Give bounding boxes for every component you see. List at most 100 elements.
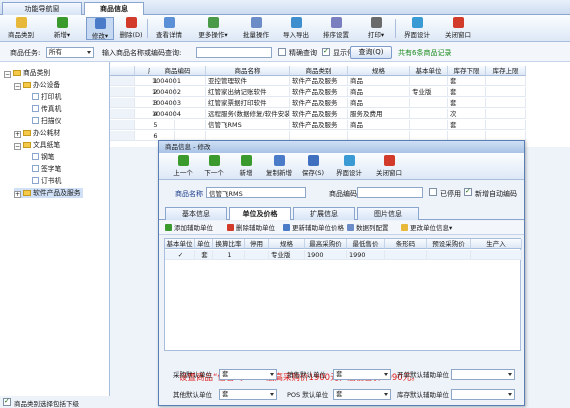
table-cell[interactable]: 商品 bbox=[348, 120, 410, 130]
row-indicator[interactable] bbox=[110, 87, 135, 97]
table-cell[interactable] bbox=[410, 120, 448, 130]
unit-grid-cell[interactable] bbox=[427, 250, 471, 260]
table-cell[interactable] bbox=[486, 98, 526, 108]
toolbar-button-8[interactable]: 排序设置 bbox=[318, 17, 354, 40]
row-indicator[interactable] bbox=[110, 120, 135, 130]
toolbar-button-7[interactable]: 导入导出 bbox=[277, 17, 315, 40]
toolbar-button-4[interactable]: 查看详情 bbox=[148, 17, 190, 40]
collapse-icon[interactable]: − bbox=[4, 71, 11, 78]
unit-grid-header[interactable]: 基本单位 bbox=[165, 239, 195, 249]
table-cell[interactable] bbox=[410, 76, 448, 86]
grid-header[interactable]: 商品编码 bbox=[150, 66, 206, 76]
tree-node[interactable]: − 办公设备 bbox=[14, 80, 60, 90]
tab-basic-info[interactable]: 基本信息 bbox=[165, 207, 227, 220]
unit-grid-cell[interactable]: 专业版 bbox=[269, 250, 305, 260]
include-subcategory-checkbox[interactable] bbox=[3, 397, 11, 406]
grid-header[interactable]: 基本单位 bbox=[410, 66, 448, 76]
unit-grid-header[interactable]: 最低售价 bbox=[347, 239, 385, 249]
table-cell[interactable]: 亚控管理软件 bbox=[206, 76, 290, 86]
collapse-icon[interactable]: − bbox=[14, 83, 21, 90]
table-cell[interactable]: 商品 bbox=[348, 76, 410, 86]
unit-grid-header[interactable]: 停用 bbox=[245, 239, 269, 249]
row-indicator[interactable] bbox=[110, 131, 135, 141]
tree-node[interactable]: 传真机 bbox=[32, 104, 61, 114]
toolbar-button-11[interactable]: 关闭窗口 bbox=[440, 17, 476, 40]
row-indicator[interactable] bbox=[110, 76, 135, 86]
table-cell[interactable] bbox=[410, 98, 448, 108]
table-cell[interactable]: 红管家出纳记账软件 bbox=[206, 87, 290, 97]
row-indicator[interactable] bbox=[110, 109, 135, 119]
table-cell[interactable]: 信管飞RMS bbox=[206, 120, 290, 130]
table-cell[interactable]: 远程服务(数据修复/软件安装) bbox=[206, 109, 290, 119]
toolbar-button-6[interactable]: 批量操作 bbox=[238, 17, 274, 40]
tree-node[interactable]: 扫描仪 bbox=[32, 116, 61, 126]
table-cell[interactable]: 软件产品及服务 bbox=[290, 98, 348, 108]
expand-icon[interactable]: + bbox=[14, 191, 21, 198]
table-cell[interactable] bbox=[486, 109, 526, 119]
grid-header[interactable]: 规格 bbox=[348, 66, 410, 76]
tab-unit-price[interactable]: 单位及价格 bbox=[229, 207, 291, 220]
unit-toolbar-button-2[interactable]: 更新辅助单位价格 bbox=[283, 223, 344, 233]
exact-query-checkbox[interactable] bbox=[278, 48, 286, 56]
table-cell[interactable]: 商品 bbox=[348, 98, 410, 108]
tree-node[interactable]: + 办公耗材 bbox=[14, 128, 60, 138]
default-unit-select[interactable]: 套 bbox=[333, 389, 391, 400]
product-name-input[interactable]: 信管飞RMS bbox=[206, 187, 306, 198]
unit-grid-header[interactable]: 预设采购价 bbox=[427, 239, 471, 249]
grid-header[interactable]: 库存下限 bbox=[448, 66, 486, 76]
unit-grid-cell[interactable] bbox=[245, 250, 269, 260]
table-cell[interactable]: 套 bbox=[448, 76, 486, 86]
dialog-toolbar-button-4[interactable]: 保存(S) bbox=[297, 155, 329, 178]
toolbar-button-3[interactable]: 删除(D) bbox=[116, 17, 146, 40]
category-filter-select[interactable]: 所有 bbox=[46, 47, 94, 58]
default-unit-select[interactable]: 套 bbox=[219, 389, 277, 400]
table-cell[interactable] bbox=[486, 120, 526, 130]
tree-node[interactable]: 钢笔 bbox=[32, 152, 55, 162]
tab-function-nav[interactable]: 功能导航窗 bbox=[2, 2, 82, 15]
dialog-toolbar-button-5[interactable]: 界面设计 bbox=[331, 155, 367, 178]
unit-grid-cell[interactable]: 1 bbox=[213, 250, 245, 260]
unit-grid-cell[interactable]: 1900 bbox=[305, 250, 347, 260]
default-unit-select[interactable] bbox=[451, 369, 515, 380]
table-cell[interactable]: 软件产品及服务 bbox=[290, 120, 348, 130]
tree-node[interactable]: 订书机 bbox=[32, 176, 61, 186]
unit-toolbar-button-1[interactable]: 删除辅助单位 bbox=[227, 223, 275, 233]
toolbar-button-10[interactable]: 界面设计 bbox=[398, 17, 436, 40]
table-cell[interactable]: 专业版 bbox=[410, 87, 448, 97]
unit-grid-cell[interactable]: ✓ bbox=[165, 250, 195, 260]
search-input[interactable] bbox=[196, 47, 272, 58]
table-cell[interactable]: 软件产品及服务 bbox=[290, 87, 348, 97]
toolbar-button-2[interactable]: 修改▾ bbox=[86, 17, 114, 40]
toolbar-button-9[interactable]: 打印▾ bbox=[358, 17, 394, 40]
tree-node[interactable]: − 文具纸笔 bbox=[14, 140, 60, 150]
table-cell[interactable] bbox=[486, 87, 526, 97]
unit-grid-cell[interactable] bbox=[471, 250, 522, 260]
unit-toolbar-button-3[interactable]: 数据列配置 bbox=[347, 223, 389, 233]
table-cell[interactable]: 套 bbox=[448, 98, 486, 108]
table-cell[interactable]: 服务及费用 bbox=[348, 109, 410, 119]
auto-code-checkbox[interactable] bbox=[464, 187, 472, 196]
collapse-icon[interactable]: − bbox=[14, 143, 21, 150]
toolbar-button-1[interactable]: 新增▾ bbox=[42, 17, 82, 40]
unit-grid-cell[interactable] bbox=[385, 250, 427, 260]
expand-icon[interactable]: + bbox=[14, 131, 21, 138]
dialog-toolbar-button-1[interactable]: 下一个 bbox=[199, 155, 229, 178]
disabled-checkbox[interactable] bbox=[429, 188, 437, 196]
table-cell[interactable]: 1004002 bbox=[150, 87, 206, 97]
grid-header[interactable]: 商品名称 bbox=[206, 66, 290, 76]
tab-extended-info[interactable]: 扩展信息 bbox=[293, 207, 355, 220]
unit-grid-header[interactable]: 单位 bbox=[195, 239, 213, 249]
toolbar-button-5[interactable]: 更多操作▾ bbox=[192, 17, 234, 40]
tree-root[interactable]: − 商品类别 bbox=[4, 68, 50, 78]
tree-node[interactable]: 打印机 bbox=[32, 92, 61, 102]
unit-grid-header[interactable]: 规格 bbox=[269, 239, 305, 249]
show-disabled-checkbox[interactable] bbox=[322, 47, 330, 56]
tree-node[interactable]: + 软件产品及服务 bbox=[14, 188, 83, 198]
grid-header[interactable]: 库存上限 bbox=[486, 66, 526, 76]
default-unit-select[interactable]: 套 bbox=[333, 369, 391, 380]
unit-grid-header[interactable]: 换算比率 bbox=[213, 239, 245, 249]
table-cell[interactable]: 1004003 bbox=[150, 98, 206, 108]
table-cell[interactable]: 1004004 bbox=[150, 109, 206, 119]
dialog-toolbar-button-2[interactable]: 新增 bbox=[231, 155, 261, 178]
table-cell[interactable]: 红管家票据打印软件 bbox=[206, 98, 290, 108]
